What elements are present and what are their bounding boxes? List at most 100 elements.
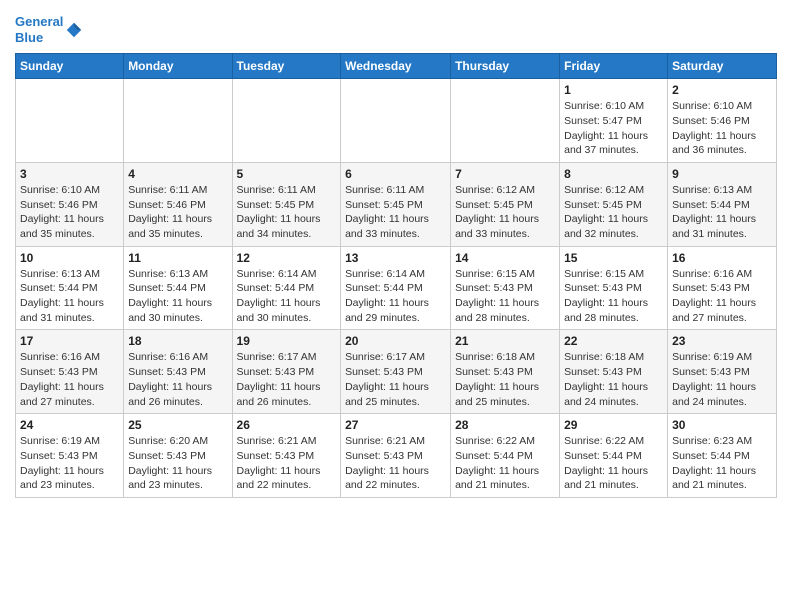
day-number: 21 bbox=[455, 334, 555, 348]
day-info: Sunrise: 6:20 AM Sunset: 5:43 PM Dayligh… bbox=[128, 434, 227, 493]
day-number: 20 bbox=[345, 334, 446, 348]
day-info: Sunrise: 6:15 AM Sunset: 5:43 PM Dayligh… bbox=[455, 267, 555, 326]
day-number: 9 bbox=[672, 167, 772, 181]
day-number: 26 bbox=[237, 418, 337, 432]
day-info: Sunrise: 6:16 AM Sunset: 5:43 PM Dayligh… bbox=[20, 350, 119, 409]
logo: GeneralBlue bbox=[15, 14, 83, 45]
calendar-cell bbox=[232, 79, 341, 163]
calendar-cell: 5 Sunrise: 6:11 AM Sunset: 5:45 PM Daylig… bbox=[232, 162, 341, 246]
calendar-cell: 24 Sunrise: 6:19 AM Sunset: 5:43 PM Dayli… bbox=[16, 414, 124, 498]
page-header: GeneralBlue bbox=[15, 10, 777, 45]
day-info: Sunrise: 6:22 AM Sunset: 5:44 PM Dayligh… bbox=[455, 434, 555, 493]
day-info: Sunrise: 6:13 AM Sunset: 5:44 PM Dayligh… bbox=[672, 183, 772, 242]
day-number: 11 bbox=[128, 251, 227, 265]
calendar-cell bbox=[16, 79, 124, 163]
day-number: 22 bbox=[564, 334, 663, 348]
calendar-cell: 27 Sunrise: 6:21 AM Sunset: 5:43 PM Dayli… bbox=[341, 414, 451, 498]
day-number: 14 bbox=[455, 251, 555, 265]
day-info: Sunrise: 6:21 AM Sunset: 5:43 PM Dayligh… bbox=[237, 434, 337, 493]
day-number: 24 bbox=[20, 418, 119, 432]
day-number: 2 bbox=[672, 83, 772, 97]
calendar-cell: 26 Sunrise: 6:21 AM Sunset: 5:43 PM Dayli… bbox=[232, 414, 341, 498]
day-number: 27 bbox=[345, 418, 446, 432]
day-number: 25 bbox=[128, 418, 227, 432]
calendar-cell: 22Sunrise: 6:18 AM Sunset: 5:43 PM Dayli… bbox=[560, 330, 668, 414]
calendar-table: SundayMondayTuesdayWednesdayThursdayFrid… bbox=[15, 53, 777, 498]
day-info: Sunrise: 6:14 AM Sunset: 5:44 PM Dayligh… bbox=[345, 267, 446, 326]
calendar-cell: 6Sunrise: 6:11 AM Sunset: 5:45 PM Daylig… bbox=[341, 162, 451, 246]
day-info: Sunrise: 6:17 AM Sunset: 5:43 PM Dayligh… bbox=[345, 350, 446, 409]
logo-text: GeneralBlue bbox=[15, 14, 63, 45]
day-number: 4 bbox=[128, 167, 227, 181]
day-number: 19 bbox=[237, 334, 337, 348]
day-info: Sunrise: 6:10 AM Sunset: 5:47 PM Dayligh… bbox=[564, 99, 663, 158]
day-number: 23 bbox=[672, 334, 772, 348]
calendar-cell: 8Sunrise: 6:12 AM Sunset: 5:45 PM Daylig… bbox=[560, 162, 668, 246]
calendar-cell: 15 Sunrise: 6:15 AM Sunset: 5:43 PM Dayli… bbox=[560, 246, 668, 330]
day-info: Sunrise: 6:16 AM Sunset: 5:43 PM Dayligh… bbox=[128, 350, 227, 409]
calendar-cell: 18 Sunrise: 6:16 AM Sunset: 5:43 PM Dayli… bbox=[124, 330, 232, 414]
day-number: 5 bbox=[237, 167, 337, 181]
col-header-wednesday: Wednesday bbox=[341, 54, 451, 79]
calendar-cell: 17Sunrise: 6:16 AM Sunset: 5:43 PM Dayli… bbox=[16, 330, 124, 414]
calendar-cell: 13 Sunrise: 6:14 AM Sunset: 5:44 PM Dayli… bbox=[341, 246, 451, 330]
day-info: Sunrise: 6:21 AM Sunset: 5:43 PM Dayligh… bbox=[345, 434, 446, 493]
calendar-cell: 4 Sunrise: 6:11 AM Sunset: 5:46 PM Daylig… bbox=[124, 162, 232, 246]
day-info: Sunrise: 6:12 AM Sunset: 5:45 PM Dayligh… bbox=[455, 183, 555, 242]
calendar-cell: 29Sunrise: 6:22 AM Sunset: 5:44 PM Dayli… bbox=[560, 414, 668, 498]
calendar-cell: 21 Sunrise: 6:18 AM Sunset: 5:43 PM Dayli… bbox=[451, 330, 560, 414]
day-number: 18 bbox=[128, 334, 227, 348]
calendar-cell: 16 Sunrise: 6:16 AM Sunset: 5:43 PM Dayli… bbox=[668, 246, 777, 330]
calendar-cell: 30 Sunrise: 6:23 AM Sunset: 5:44 PM Dayli… bbox=[668, 414, 777, 498]
calendar-cell: 12 Sunrise: 6:14 AM Sunset: 5:44 PM Dayli… bbox=[232, 246, 341, 330]
col-header-sunday: Sunday bbox=[16, 54, 124, 79]
calendar-cell: 14 Sunrise: 6:15 AM Sunset: 5:43 PM Dayli… bbox=[451, 246, 560, 330]
day-number: 16 bbox=[672, 251, 772, 265]
day-info: Sunrise: 6:19 AM Sunset: 5:43 PM Dayligh… bbox=[20, 434, 119, 493]
calendar-cell: 19Sunrise: 6:17 AM Sunset: 5:43 PM Dayli… bbox=[232, 330, 341, 414]
calendar-cell: 1Sunrise: 6:10 AM Sunset: 5:47 PM Daylig… bbox=[560, 79, 668, 163]
day-info: Sunrise: 6:22 AM Sunset: 5:44 PM Dayligh… bbox=[564, 434, 663, 493]
calendar-cell: 2 Sunrise: 6:10 AM Sunset: 5:46 PM Daylig… bbox=[668, 79, 777, 163]
day-info: Sunrise: 6:10 AM Sunset: 5:46 PM Dayligh… bbox=[672, 99, 772, 158]
calendar-week-5: 24 Sunrise: 6:19 AM Sunset: 5:43 PM Dayli… bbox=[16, 414, 777, 498]
calendar-cell bbox=[341, 79, 451, 163]
calendar-week-2: 3Sunrise: 6:10 AM Sunset: 5:46 PM Daylig… bbox=[16, 162, 777, 246]
calendar-cell: 23 Sunrise: 6:19 AM Sunset: 5:43 PM Dayli… bbox=[668, 330, 777, 414]
day-info: Sunrise: 6:13 AM Sunset: 5:44 PM Dayligh… bbox=[20, 267, 119, 326]
col-header-friday: Friday bbox=[560, 54, 668, 79]
day-info: Sunrise: 6:16 AM Sunset: 5:43 PM Dayligh… bbox=[672, 267, 772, 326]
calendar-cell: 9 Sunrise: 6:13 AM Sunset: 5:44 PM Daylig… bbox=[668, 162, 777, 246]
day-number: 30 bbox=[672, 418, 772, 432]
day-number: 12 bbox=[237, 251, 337, 265]
calendar-week-4: 17Sunrise: 6:16 AM Sunset: 5:43 PM Dayli… bbox=[16, 330, 777, 414]
calendar-cell bbox=[124, 79, 232, 163]
day-number: 3 bbox=[20, 167, 119, 181]
day-number: 28 bbox=[455, 418, 555, 432]
calendar-cell: 25 Sunrise: 6:20 AM Sunset: 5:43 PM Dayli… bbox=[124, 414, 232, 498]
day-info: Sunrise: 6:15 AM Sunset: 5:43 PM Dayligh… bbox=[564, 267, 663, 326]
day-number: 8 bbox=[564, 167, 663, 181]
day-number: 15 bbox=[564, 251, 663, 265]
calendar-week-1: 1Sunrise: 6:10 AM Sunset: 5:47 PM Daylig… bbox=[16, 79, 777, 163]
day-info: Sunrise: 6:11 AM Sunset: 5:46 PM Dayligh… bbox=[128, 183, 227, 242]
logo-icon bbox=[65, 21, 83, 39]
day-number: 7 bbox=[455, 167, 555, 181]
day-info: Sunrise: 6:14 AM Sunset: 5:44 PM Dayligh… bbox=[237, 267, 337, 326]
day-info: Sunrise: 6:18 AM Sunset: 5:43 PM Dayligh… bbox=[455, 350, 555, 409]
col-header-saturday: Saturday bbox=[668, 54, 777, 79]
calendar-cell: 28 Sunrise: 6:22 AM Sunset: 5:44 PM Dayli… bbox=[451, 414, 560, 498]
col-header-monday: Monday bbox=[124, 54, 232, 79]
calendar-cell bbox=[451, 79, 560, 163]
day-info: Sunrise: 6:11 AM Sunset: 5:45 PM Dayligh… bbox=[237, 183, 337, 242]
calendar-cell: 3Sunrise: 6:10 AM Sunset: 5:46 PM Daylig… bbox=[16, 162, 124, 246]
day-info: Sunrise: 6:23 AM Sunset: 5:44 PM Dayligh… bbox=[672, 434, 772, 493]
calendar-header-row: SundayMondayTuesdayWednesdayThursdayFrid… bbox=[16, 54, 777, 79]
calendar-cell: 20 Sunrise: 6:17 AM Sunset: 5:43 PM Dayli… bbox=[341, 330, 451, 414]
calendar-cell: 11Sunrise: 6:13 AM Sunset: 5:44 PM Dayli… bbox=[124, 246, 232, 330]
day-info: Sunrise: 6:19 AM Sunset: 5:43 PM Dayligh… bbox=[672, 350, 772, 409]
day-number: 6 bbox=[345, 167, 446, 181]
calendar-week-3: 10Sunrise: 6:13 AM Sunset: 5:44 PM Dayli… bbox=[16, 246, 777, 330]
calendar-cell: 10Sunrise: 6:13 AM Sunset: 5:44 PM Dayli… bbox=[16, 246, 124, 330]
day-number: 13 bbox=[345, 251, 446, 265]
